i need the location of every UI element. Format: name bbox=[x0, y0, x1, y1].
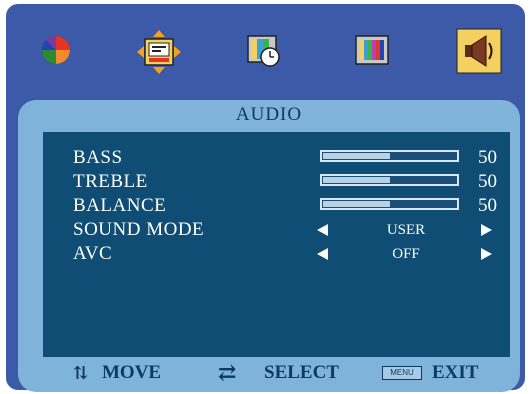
panel-title: AUDIO bbox=[235, 104, 303, 125]
right-arrow-icon[interactable] bbox=[481, 224, 492, 236]
osd-frame: AUDIO BASS 50 TREBLE 50 BALANCE 50 SOUND… bbox=[6, 4, 525, 392]
treble-slider[interactable] bbox=[320, 174, 459, 186]
sound-mode-value: USER bbox=[386, 222, 426, 238]
avc-row[interactable]: AVC OFF bbox=[43, 242, 510, 266]
balance-row[interactable]: BALANCE 50 bbox=[43, 194, 510, 218]
exit-hint: EXIT bbox=[432, 362, 479, 383]
balance-fill bbox=[323, 201, 390, 207]
balance-slider[interactable] bbox=[320, 198, 459, 210]
avc-value: OFF bbox=[392, 246, 420, 262]
bass-row[interactable]: BASS 50 bbox=[43, 146, 510, 170]
move-hint: MOVE bbox=[102, 362, 162, 383]
avc-label: AVC bbox=[73, 243, 113, 264]
sound-mode-label: SOUND MODE bbox=[73, 219, 205, 240]
up-down-arrows-icon: ⇅ bbox=[73, 363, 89, 383]
select-hint: SELECT bbox=[264, 362, 339, 383]
treble-fill bbox=[323, 177, 390, 183]
bass-slider[interactable] bbox=[320, 150, 459, 162]
clock-icon[interactable] bbox=[244, 30, 284, 70]
color-wheel-icon[interactable] bbox=[36, 30, 76, 70]
speaker-icon[interactable] bbox=[456, 28, 502, 74]
treble-label: TREBLE bbox=[73, 171, 148, 192]
bass-value: 50 bbox=[478, 147, 497, 168]
balance-value: 50 bbox=[478, 195, 497, 216]
balance-label: BALANCE bbox=[73, 195, 167, 216]
left-arrow-icon[interactable] bbox=[317, 248, 328, 260]
bass-label: BASS bbox=[73, 147, 123, 168]
color-bars-icon[interactable] bbox=[352, 30, 392, 70]
treble-row[interactable]: TREBLE 50 bbox=[43, 170, 510, 194]
left-arrow-icon[interactable] bbox=[317, 224, 328, 236]
treble-value: 50 bbox=[478, 171, 497, 192]
position-icon[interactable] bbox=[136, 29, 182, 75]
bass-fill bbox=[323, 153, 390, 159]
left-right-arrows-icon: ⇄ bbox=[218, 360, 237, 385]
menu-key-icon: MENU bbox=[382, 366, 422, 380]
sound-mode-row[interactable]: SOUND MODE USER bbox=[43, 218, 510, 242]
audio-panel: AUDIO BASS 50 TREBLE 50 BALANCE 50 SOUND… bbox=[18, 100, 520, 392]
footer-bar: ⇅ MOVE ⇄ SELECT MENU EXIT bbox=[18, 358, 520, 388]
right-arrow-icon[interactable] bbox=[481, 248, 492, 260]
menu-area: BASS 50 TREBLE 50 BALANCE 50 SOUND MODE … bbox=[43, 132, 510, 357]
